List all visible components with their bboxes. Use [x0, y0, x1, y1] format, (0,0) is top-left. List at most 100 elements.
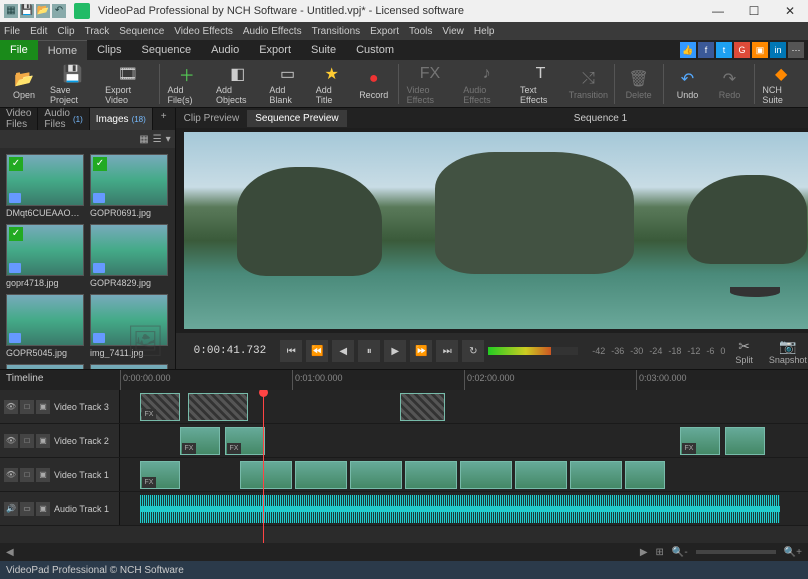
add-file-button[interactable]: ＋Add File(s): [164, 61, 211, 107]
add-title-button[interactable]: ★Add Title: [312, 61, 352, 107]
snapshot-button[interactable]: 📷Snapshot: [763, 336, 808, 367]
play-pause-button[interactable]: ⏸: [358, 340, 380, 362]
fx-badge-icon[interactable]: FX: [142, 409, 156, 420]
audio-effects-button[interactable]: ♪Audio Effects: [459, 61, 514, 107]
track-fx-icon[interactable]: □: [20, 468, 34, 482]
fx-badge-icon[interactable]: FX: [682, 443, 696, 454]
open-button[interactable]: 📂Open: [4, 66, 44, 102]
qa-save-icon[interactable]: 💾: [20, 4, 34, 18]
track-fx-icon[interactable]: □: [20, 400, 34, 414]
menu-transitions[interactable]: Transitions: [312, 26, 361, 37]
timeline-clip[interactable]: FX: [140, 393, 180, 421]
timeline-clip[interactable]: [460, 461, 512, 489]
track-lock-icon[interactable]: ▣: [36, 400, 50, 414]
timeline-clip[interactable]: FX: [180, 427, 220, 455]
qa-open-icon[interactable]: 📂: [36, 4, 50, 18]
track-fx-icon[interactable]: □: [20, 434, 34, 448]
menu-export[interactable]: Export: [370, 26, 399, 37]
fx-badge-icon[interactable]: FX: [142, 477, 156, 488]
timeline-clip[interactable]: [570, 461, 622, 489]
twitter-icon[interactable]: t: [716, 42, 732, 58]
menu-track[interactable]: Track: [85, 26, 110, 37]
text-effects-button[interactable]: TText Effects: [516, 61, 565, 107]
view-list-icon[interactable]: ☰: [153, 134, 162, 145]
track-mute-icon[interactable]: 👁: [4, 434, 18, 448]
track-body[interactable]: FX FX FX: [120, 424, 808, 457]
timeline-clip[interactable]: [295, 461, 347, 489]
tab-audio[interactable]: Audio: [201, 40, 249, 60]
scroll-left-icon[interactable]: ◀: [6, 547, 14, 558]
menu-view[interactable]: View: [442, 26, 464, 37]
maximize-button[interactable]: ☐: [736, 0, 772, 22]
playhead[interactable]: [263, 390, 264, 543]
timeline-clip[interactable]: [725, 427, 765, 455]
media-thumb[interactable]: [6, 364, 84, 369]
media-thumb[interactable]: [90, 364, 168, 369]
menu-help[interactable]: Help: [474, 26, 495, 37]
export-video-button[interactable]: 🎞Export Video: [101, 61, 154, 107]
timeline-clip[interactable]: [240, 461, 292, 489]
transition-button[interactable]: ⤭Transition: [567, 66, 610, 102]
timeline-clip[interactable]: [400, 393, 445, 421]
media-thumb[interactable]: GOPR5045.jpg: [6, 294, 84, 358]
timeline-clip[interactable]: FX: [140, 461, 180, 489]
zoom-slider[interactable]: [696, 550, 776, 554]
timeline-ruler[interactable]: Timeline 0:00:00.000 0:01:00.000 0:02:00…: [0, 370, 808, 390]
linkedin-icon[interactable]: in: [770, 42, 786, 58]
tab-audio-files[interactable]: Audio Files(1): [38, 108, 89, 130]
rss-icon[interactable]: ▣: [752, 42, 768, 58]
fx-badge-icon[interactable]: FX: [227, 443, 241, 454]
timeline-clip[interactable]: [350, 461, 402, 489]
track-mute-icon[interactable]: 👁: [4, 400, 18, 414]
prev-frame-button[interactable]: ⏪: [306, 340, 328, 362]
media-thumb[interactable]: ✓GOPR0691.jpg: [90, 154, 168, 218]
fx-badge-icon[interactable]: FX: [182, 443, 196, 454]
add-tab-button[interactable]: +: [153, 108, 175, 130]
goto-end-button[interactable]: ⏭: [436, 340, 458, 362]
tab-sequence-preview[interactable]: Sequence Preview: [247, 110, 346, 127]
zoom-in-icon[interactable]: 🔍+: [784, 547, 802, 558]
menu-afx[interactable]: Audio Effects: [243, 26, 302, 37]
delete-button[interactable]: 🗑Delete: [619, 66, 659, 102]
menu-clip[interactable]: Clip: [57, 26, 74, 37]
video-effects-button[interactable]: FXVideo Effects: [403, 61, 458, 107]
media-thumb[interactable]: ✓DMqt6CUEAAO2ET.jpg: [6, 154, 84, 218]
add-blank-button[interactable]: ▭Add Blank: [265, 61, 309, 107]
qa-undo-icon[interactable]: ↶: [52, 4, 66, 18]
timeline-clip[interactable]: FX: [680, 427, 720, 455]
view-menu-icon[interactable]: ▾: [166, 134, 171, 145]
scroll-right-icon[interactable]: ▶: [640, 547, 648, 558]
tab-file[interactable]: File: [0, 40, 38, 60]
redo-button[interactable]: ↷Redo: [710, 66, 750, 102]
like-icon[interactable]: 👍: [680, 42, 696, 58]
step-back-button[interactable]: ◀: [332, 340, 354, 362]
tab-sequence[interactable]: Sequence: [132, 40, 202, 60]
tab-images[interactable]: Images(18): [90, 108, 153, 130]
facebook-icon[interactable]: f: [698, 42, 714, 58]
goto-start-button[interactable]: ⏮: [280, 340, 302, 362]
zoom-fit-icon[interactable]: ⊞: [656, 547, 664, 558]
track-fx-icon[interactable]: ▣: [36, 502, 50, 516]
media-thumb[interactable]: GOPR4829.jpg: [90, 224, 168, 288]
tab-clips[interactable]: Clips: [87, 40, 131, 60]
menu-tools[interactable]: Tools: [409, 26, 432, 37]
nch-suite-button[interactable]: ◆NCH Suite: [758, 61, 804, 107]
record-button[interactable]: ●Record: [354, 66, 394, 102]
tab-video-files[interactable]: Video Files: [0, 108, 38, 130]
track-body[interactable]: [120, 492, 808, 525]
split-button[interactable]: ✂Split: [729, 336, 759, 367]
timeline-clip[interactable]: [188, 393, 248, 421]
audio-clip[interactable]: [140, 495, 780, 523]
step-fwd-button[interactable]: ▶: [384, 340, 406, 362]
next-frame-button[interactable]: ⏩: [410, 340, 432, 362]
timeline-clip[interactable]: [515, 461, 567, 489]
tab-export[interactable]: Export: [249, 40, 301, 60]
track-body[interactable]: FX: [120, 458, 808, 491]
track-lock-icon[interactable]: ▣: [36, 434, 50, 448]
track-mute-icon[interactable]: 👁: [4, 468, 18, 482]
tab-suite[interactable]: Suite: [301, 40, 346, 60]
track-body[interactable]: FX: [120, 390, 808, 423]
zoom-out-icon[interactable]: 🔍-: [672, 547, 688, 558]
menu-edit[interactable]: Edit: [30, 26, 47, 37]
loop-button[interactable]: ↻: [462, 340, 484, 362]
